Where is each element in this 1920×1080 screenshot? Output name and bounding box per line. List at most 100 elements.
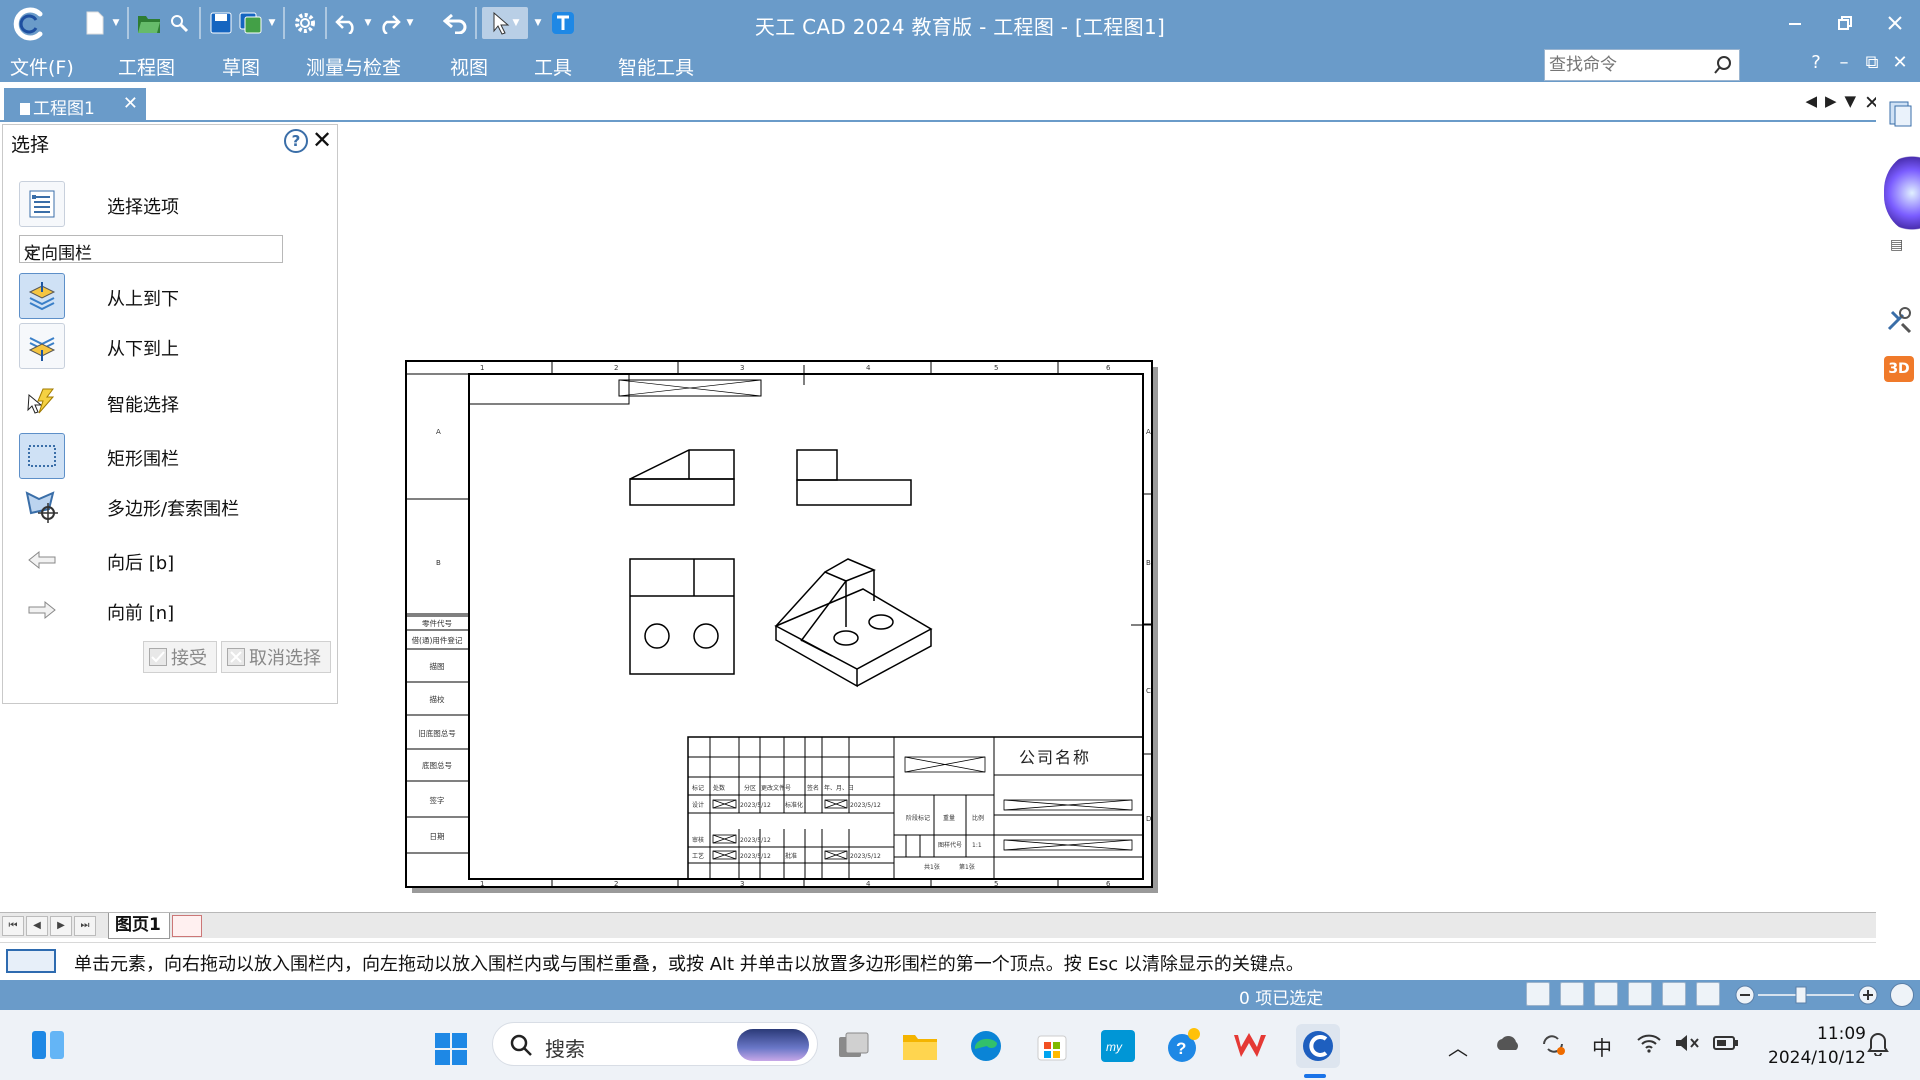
pan-icon[interactable] [1696,982,1720,1006]
menu-file[interactable]: 文件(F) [10,53,74,80]
task-view-icon[interactable] [834,1026,874,1066]
store-icon[interactable] [1032,1026,1072,1066]
notification-icon[interactable] [1866,1030,1890,1061]
tool-rect-fence[interactable]: 矩形围栏 [17,433,327,479]
edge-icon[interactable] [966,1026,1006,1066]
help-icon[interactable]: ? [284,129,308,153]
zone-number: 4 [866,880,871,888]
cancel-selection-button[interactable]: 取消选择 [221,641,331,673]
first-page-icon[interactable]: ⏮ [2,916,24,936]
tool-bottom-up[interactable]: 从下到上 [17,323,327,369]
zone-letter: A [1146,428,1151,436]
close-icon[interactable]: ✕ [312,126,332,154]
tool-back[interactable]: 向后 [b] [17,537,327,583]
add-page-icon[interactable] [172,915,202,937]
clock-date: 2024/10/12 [1768,1048,1866,1068]
select-options-row[interactable]: 选择选项 [17,181,327,227]
wps-icon[interactable] [1230,1026,1270,1066]
tool-forward[interactable]: 向前 [n] [17,587,327,633]
tray-chevron-icon[interactable]: ︿ [1448,1032,1468,1061]
zoom-area-icon[interactable] [1594,982,1618,1006]
sheet-view-icon[interactable] [1560,982,1584,1006]
chevron-down-icon[interactable] [24,242,276,262]
minimize-icon[interactable] [1770,0,1820,46]
side-label: 零件代号 [422,618,452,628]
wifi-icon[interactable] [1636,1032,1662,1059]
back-arrow-icon[interactable] [19,537,65,583]
tool-smart-select[interactable]: 智能选择 [17,379,327,425]
file-explorer-icon[interactable] [900,1026,940,1066]
tab-prev-icon[interactable]: ◀ [1805,92,1817,114]
tab-next-icon[interactable]: ▶ [1825,92,1837,114]
menu-smart-tools[interactable]: 智能工具 [618,53,694,80]
selection-panel: 选择 ? ✕ 选择选项 定向围栏 从上到下 从下到上 智能选择 矩形围栏 多边形… [2,124,338,704]
zone-number: 6 [1106,880,1111,888]
doc-tab[interactable]: 工程图1 ✕ [4,88,146,122]
ai-assistant-icon[interactable] [1884,150,1920,236]
tb-date: 2023/5/12 [740,853,771,860]
widgets-icon[interactable] [30,1027,66,1063]
doc-minimize-button[interactable]: – [1830,52,1858,73]
rect-fence-icon[interactable] [19,433,65,479]
top-down-icon[interactable] [19,273,65,319]
tool-polygon-lasso[interactable]: 多边形/套索围栏 [17,483,327,529]
help-button[interactable]: ? [1802,52,1830,73]
ime-indicator[interactable]: 中 [1592,1032,1612,1061]
tools-icon[interactable] [1884,304,1914,338]
accept-button[interactable]: 接受 [143,641,217,673]
polygon-lasso-icon[interactable] [19,483,65,529]
forward-arrow-icon[interactable] [19,587,65,633]
page-tab-active[interactable]: 图页1 [108,913,170,939]
command-search[interactable] [1544,49,1740,81]
tab-list-icon[interactable]: ▼ [1845,92,1857,114]
prev-page-icon[interactable]: ◀ [26,916,48,936]
tool-label: 从上到下 [107,289,179,310]
zoom-tool-icon[interactable] [1628,982,1652,1006]
taskbar-search[interactable]: 搜索 [492,1022,818,1066]
sync-icon[interactable] [1540,1032,1566,1061]
menu-drawing[interactable]: 工程图 [118,53,175,80]
zoom-slider[interactable] [1734,984,1894,1006]
last-page-icon[interactable]: ⏭ [74,916,96,936]
settings-icon[interactable] [1890,983,1914,1007]
command-bar-icon[interactable] [6,949,56,973]
zone-number: 5 [994,364,998,372]
search-highlight-image [737,1029,809,1061]
search-icon[interactable] [1713,55,1733,79]
command-search-input[interactable] [1549,53,1709,77]
tiangong-cad-icon[interactable] [1296,1024,1340,1068]
battery-icon[interactable] [1712,1032,1740,1059]
tab-navigation: ◀ ▶ ▼ ✕ [1805,92,1880,114]
tool-label: 矩形围栏 [107,449,179,470]
select-options-icon[interactable] [19,181,65,227]
help-icon[interactable]: ? [1164,1026,1204,1066]
system-clock[interactable]: 11:09 2024/10/12 [1756,1022,1866,1070]
next-page-icon[interactable]: ▶ [50,916,72,936]
close-icon[interactable] [1870,0,1920,46]
menu-tools[interactable]: 工具 [534,53,572,80]
menu-measure[interactable]: 测量与检查 [306,53,401,80]
menu-view[interactable]: 视图 [450,53,488,80]
tool-label: 从下到上 [107,339,179,360]
smart-select-icon[interactable] [19,379,65,425]
library-icon[interactable] [1886,98,1914,132]
title-bar: ▼ ▼ ▼ ▼ ▼ ▼ 天工 CAD 2024 教育版 - 工程图 - [工程图… [0,0,1920,46]
tb-label: 标准化 [785,801,803,809]
window-title: 天工 CAD 2024 教育版 - 工程图 - [工程图1] [754,15,1166,39]
3d-icon[interactable]: 3D [1884,356,1914,382]
tool-top-down[interactable]: 从上到下 [17,273,327,319]
myhp-icon[interactable]: my [1098,1026,1138,1066]
fit-icon[interactable] [1662,982,1686,1006]
doc-restore-button[interactable]: ⧉ [1858,52,1886,73]
drawing-sheet[interactable]: 1 2 3 4 5 6 1 2 3 4 5 6 A B A B C D 零件代号… [404,359,1160,895]
fence-mode-select[interactable]: 定向围栏 [19,235,283,264]
doc-close-button[interactable]: ✕ [1886,52,1914,73]
restore-icon[interactable] [1820,0,1870,46]
onedrive-icon[interactable] [1494,1032,1522,1057]
start-icon[interactable] [434,1032,468,1066]
volume-muted-icon[interactable] [1674,1032,1700,1059]
close-icon[interactable]: ✕ [123,93,138,114]
camera-icon[interactable] [1526,982,1550,1006]
menu-sketch[interactable]: 草图 [222,53,260,80]
bottom-up-icon[interactable] [19,323,65,369]
